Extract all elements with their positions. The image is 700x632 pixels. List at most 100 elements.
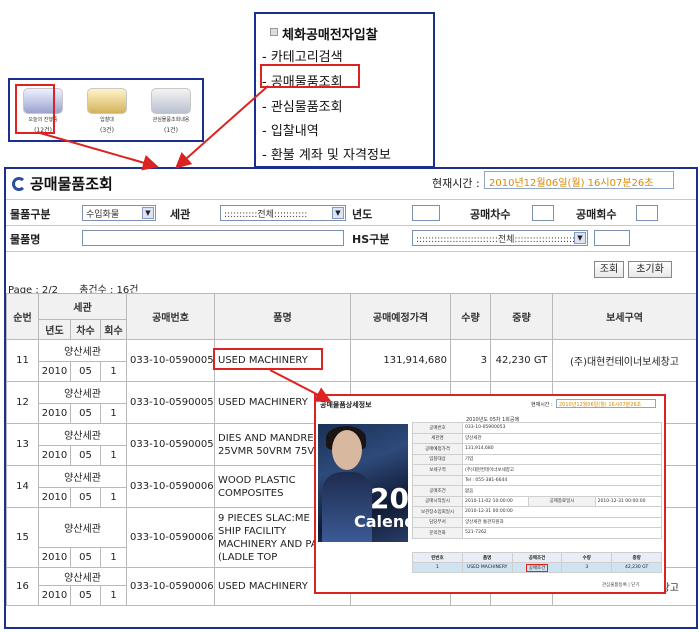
cell-count: 1 — [100, 487, 127, 508]
refresh-icon — [12, 176, 26, 191]
cell-auction-no[interactable]: 033-10-05900062 — [126, 465, 215, 508]
cell-price: 131,914,680 — [350, 339, 451, 382]
item-type-value: 수입화물 — [86, 210, 120, 220]
menu-item-refund-account[interactable]: - 환불 계좌 및 자격정보 — [262, 144, 391, 163]
photo-face — [332, 430, 362, 470]
count-input[interactable] — [636, 205, 658, 221]
popup-info-key: 공매예정가격 — [412, 443, 463, 455]
photo-text-year: 20 — [370, 482, 408, 515]
cell-year: 2010 — [38, 403, 71, 424]
quick-item-count: (3건) — [99, 127, 115, 134]
table-row[interactable]: 11 양산세관 033-10-05900053 USED MACHINERY 131,9… — [6, 339, 696, 382]
popup-info-row: 문의전화 521-7262 — [412, 527, 662, 539]
popup-info-value: Tel : 055-381-6644 — [462, 474, 662, 486]
cell-count: 1 — [100, 361, 127, 382]
year-input[interactable] — [412, 205, 440, 221]
chevron-down-icon: ▼ — [332, 207, 344, 219]
popup-info-value: 양산세관 통관지원과 — [462, 516, 662, 528]
popup-info-key — [412, 474, 463, 486]
popup-info-key: 공매종료일시 — [528, 495, 596, 507]
cell-customs: 양산세관 — [38, 423, 127, 446]
popup-info-value: 033-10-05900053 — [462, 422, 662, 434]
cell-year: 2010 — [38, 547, 71, 568]
customs-select[interactable]: :::::::::::전체::::::::::: ▼ — [220, 205, 346, 221]
popup-info-row: 공매시작일시 2010-11-02 10:00:00 공매종료일시 2010-12-3… — [412, 495, 663, 507]
popup-items-row[interactable]: 1 USED MACHINERY 공매조건 3 42,230 GT — [412, 562, 662, 573]
chevron-down-icon: ▼ — [574, 232, 586, 244]
cell-weight: 42,230 GT — [490, 339, 553, 382]
popup-info-row: 세관명 양산세관 — [412, 432, 662, 444]
panel-header: 공매물품조회 — [12, 173, 113, 194]
popup-items-header: 공매조건 — [511, 552, 563, 563]
popup-info-key: 세관명 — [412, 432, 463, 444]
search-row-2: 물품명 HS구분 :::::::::::::::::::::::::::전체::… — [6, 228, 696, 250]
cell-year: 2010 — [38, 445, 71, 466]
cell-customs: 양산세관 — [38, 465, 127, 488]
item-type-select[interactable]: 수입화물 ▼ — [82, 205, 156, 221]
popup-info-row: 보관장소입회일시 2010-12-31 00:00:00 — [412, 506, 662, 518]
reset-button[interactable]: 초기화 — [628, 261, 672, 278]
cell-warehouse: (주)대현컨테이너보세창고 — [552, 339, 696, 382]
col-price: 공매예정가격 — [350, 293, 451, 340]
item-name-label: 물품명 — [10, 233, 41, 246]
hs-code-input[interactable] — [594, 230, 630, 246]
cell-seq: 16 — [6, 567, 39, 606]
hs-select[interactable]: :::::::::::::::::::::::::::전체:::::::::::… — [412, 230, 588, 246]
cell-auction-no[interactable]: 033-10-05900066 — [126, 567, 215, 606]
item-photo: 20 Calend — [318, 424, 408, 542]
condition-button[interactable]: 공매조건 — [525, 563, 549, 572]
customs-label: 세관 — [170, 208, 191, 221]
divider — [6, 251, 696, 252]
popup-item-name: USED MACHINERY — [461, 562, 513, 573]
popup-item-qty: 3 — [561, 562, 613, 573]
popup-info-key: 문의전화 — [412, 527, 463, 539]
item-name-input[interactable] — [82, 230, 344, 246]
col-round: 차수 — [70, 319, 101, 340]
cell-auction-no[interactable]: 033-10-05900055 — [126, 423, 215, 466]
popup-items-header: 수량 — [561, 552, 613, 563]
cell-round: 05 — [70, 445, 101, 466]
highlight-box-menu-item — [260, 64, 360, 88]
cell-year: 2010 — [38, 585, 71, 606]
col-weight: 중량 — [490, 293, 553, 340]
menu-item-category-search[interactable]: - 카테고리검색 — [262, 46, 343, 65]
cell-auction-no[interactable]: 033-10-05900053 — [126, 339, 215, 382]
round-input[interactable] — [532, 205, 554, 221]
popup-info-key: 담당부서 — [412, 516, 463, 528]
cell-quantity: 3 — [450, 339, 491, 382]
quick-item-bid[interactable]: 입찰대 (3건) — [82, 88, 132, 134]
cell-round: 05 — [70, 361, 101, 382]
popup-info-value: 131,914,680 — [462, 443, 662, 455]
cell-count: 1 — [100, 585, 127, 606]
chevron-down-icon: ▼ — [142, 207, 154, 219]
quick-item-interest[interactable]: 관심물품조회내용 (1건) — [146, 88, 196, 134]
popup-info-row: 담당부서 양산세관 통관지원과 — [412, 516, 662, 528]
col-customs: 세관 — [38, 293, 127, 320]
popup-footer-links[interactable]: 관심물품등록 | 닫기 — [602, 582, 640, 588]
search-row-1: 물품구분 수입화물 ▼ 세관 :::::::::::전체::::::::::: … — [6, 203, 696, 225]
col-count: 회수 — [100, 319, 127, 340]
popup-info-key: 공매번호 — [412, 422, 463, 434]
popup-info-value: 2010-12-31 00:00:00 — [594, 495, 663, 507]
col-auction-no: 공매번호 — [126, 293, 215, 340]
quick-item-count: (1건) — [163, 127, 179, 134]
bullet-icon — [270, 28, 278, 36]
cell-auction-no[interactable]: 033-10-05900054 — [126, 381, 215, 424]
cell-round: 05 — [70, 547, 101, 568]
cell-auction-no[interactable]: 033-10-05900065 — [126, 507, 215, 568]
search-button[interactable]: 조회 — [594, 261, 624, 278]
divider — [6, 225, 696, 226]
quick-item-label: 관심물품조회내용 — [152, 117, 190, 123]
popup-info-key: 보세구역 — [412, 464, 463, 476]
menu-item-interest-items[interactable]: - 관심물품조회 — [262, 96, 343, 115]
popup-info-key: 보관장소입회일시 — [412, 506, 463, 518]
menu-item-bid-history[interactable]: - 입찰내역 — [262, 120, 319, 139]
highlight-box-item-name — [213, 348, 323, 370]
popup-info-value: 기업 — [462, 453, 662, 465]
popup-info-key: 공매시작일시 — [412, 495, 463, 507]
cell-round: 05 — [70, 403, 101, 424]
popup-info-key: 공매조건 — [412, 485, 463, 497]
cell-year: 2010 — [38, 487, 71, 508]
popup-info-key: 입찰대상 — [412, 453, 463, 465]
cell-seq: 14 — [6, 465, 39, 508]
